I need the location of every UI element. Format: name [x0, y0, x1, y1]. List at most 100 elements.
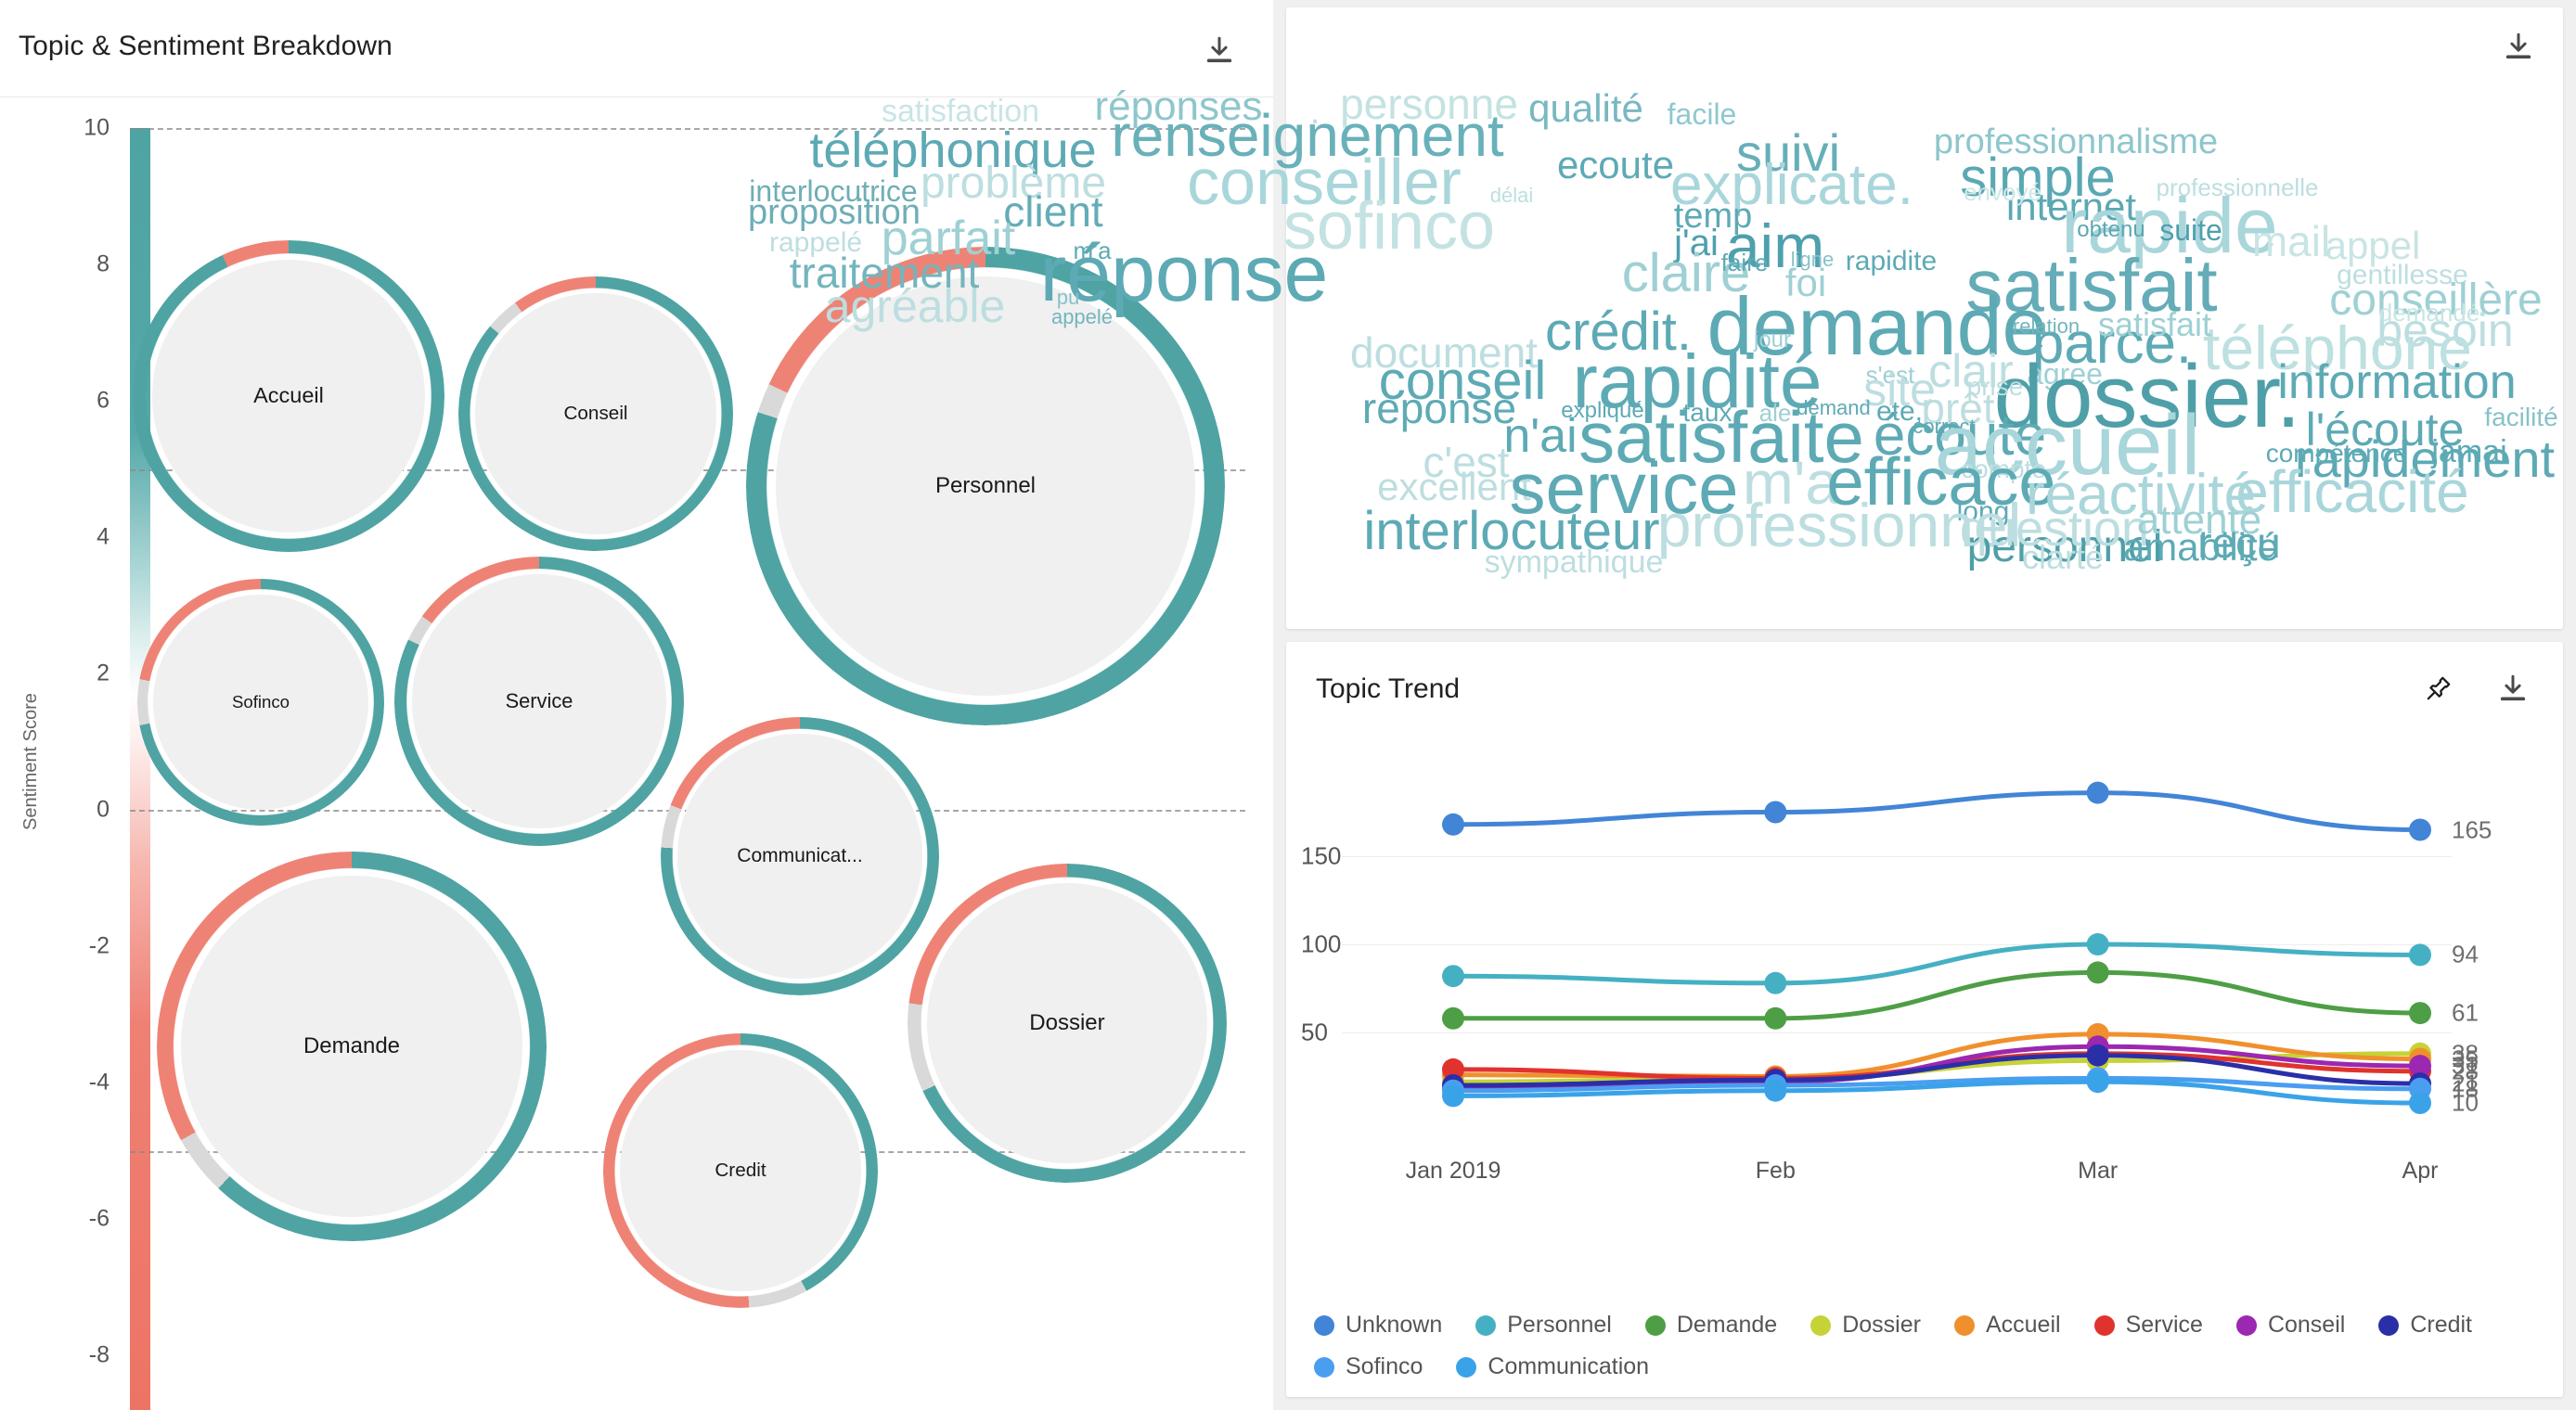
trend-point[interactable] — [2086, 781, 2109, 804]
topic-bubble[interactable]: Service — [394, 557, 684, 846]
bubble-label: Conseil — [475, 293, 716, 534]
y-axis-tick: -4 — [88, 1069, 109, 1096]
wordcloud-word[interactable]: appelé — [1051, 307, 1113, 327]
legend-color-dot — [1475, 1314, 1497, 1336]
trend-point[interactable] — [1442, 1084, 1464, 1108]
trend-point[interactable] — [2409, 818, 2431, 841]
topic-bubble[interactable]: Demande — [157, 852, 547, 1241]
trend-point[interactable] — [2086, 933, 2109, 955]
y-axis-tick: 4 — [97, 523, 109, 550]
right-column: satisfaction réponses. personne qualité faci… — [748, 0, 2576, 1410]
legend-item[interactable]: Conseil — [2235, 1312, 2345, 1339]
y-axis-tick: -6 — [88, 1205, 109, 1232]
legend-item[interactable]: Sofinco — [1314, 1353, 1423, 1380]
y-axis-tick: 8 — [97, 250, 109, 277]
legend-item[interactable]: Communication — [1456, 1353, 1649, 1380]
legend-label: Dossier — [1842, 1312, 1921, 1338]
wordcloud-word[interactable]: obtenu — [2077, 219, 2145, 241]
legend-item[interactable]: Dossier — [1810, 1312, 1921, 1339]
wordcloud-word[interactable]: client — [1003, 190, 1102, 233]
legend-item[interactable]: Credit — [2378, 1312, 2472, 1339]
trend-point[interactable] — [1764, 801, 1787, 824]
topic-bubble[interactable]: Accueil — [133, 240, 444, 552]
topic-bubble[interactable]: Dossier — [908, 864, 1227, 1183]
y-axis-tick: 10 — [84, 114, 109, 141]
trend-point[interactable] — [1442, 813, 1464, 836]
topic-trend-title: Topic Trend — [1316, 673, 1461, 704]
wordcloud-word[interactable]: reponse — [1362, 387, 1516, 429]
wordcloud-word[interactable]: ligne — [1791, 250, 1834, 270]
wordcloud-word[interactable]: amabilité — [2123, 528, 2279, 567]
trend-x-tick: Jan 2019 — [1405, 1158, 1501, 1184]
legend-label: Sofinco — [1346, 1353, 1423, 1379]
download-icon[interactable] — [1199, 30, 1240, 70]
wordcloud-word[interactable]: rapidite — [1846, 248, 1937, 276]
legend-color-dot — [1810, 1314, 1832, 1336]
trend-point[interactable] — [1442, 965, 1464, 988]
wordcloud-word[interactable]: ecoute — [1557, 146, 1674, 185]
bubble-label: Dossier — [927, 883, 1207, 1163]
wordcloud-word[interactable]: qualité — [1528, 89, 1643, 128]
legend-label: Personnel — [1507, 1312, 1612, 1338]
legend-item[interactable]: Accueil — [1953, 1312, 2061, 1339]
wordcloud-word[interactable]: agréable — [825, 283, 1006, 329]
trend-x-tick: Apr — [2402, 1158, 2439, 1184]
legend-item[interactable]: Demande — [1644, 1312, 1777, 1339]
legend-color-dot — [1644, 1314, 1666, 1336]
legend-color-dot — [1456, 1356, 1477, 1378]
topic-bubble[interactable]: Sofinco — [137, 579, 384, 826]
topic-bubble[interactable]: Communicat... — [661, 717, 939, 995]
wordcloud[interactable]: satisfaction réponses. personne qualité faci… — [748, 7, 2563, 629]
trend-legend[interactable]: Unknown Personnel Demande Dossier Accueil Ser… — [1314, 1312, 2544, 1380]
wordcloud-word[interactable]: facile — [1668, 99, 1737, 129]
wordcloud-word[interactable]: satisfait — [2098, 308, 2211, 341]
trend-end-label: 94 — [2452, 940, 2479, 968]
bubble-label: Credit — [620, 1050, 861, 1291]
trend-point[interactable] — [1442, 1006, 1464, 1030]
legend-label: Credit — [2410, 1312, 2472, 1338]
trend-point[interactable] — [2086, 1070, 2109, 1094]
wordcloud-word[interactable]: envoyé — [1964, 180, 2041, 204]
wordcloud-word[interactable]: réponse — [1040, 234, 1329, 314]
wordcloud-word[interactable]: suite — [2159, 215, 2222, 245]
wordcloud-word[interactable]: facilité — [2484, 404, 2557, 430]
wordcloud-word[interactable]: information — [2277, 358, 2516, 406]
legend-color-dot — [2235, 1314, 2257, 1336]
legend-item[interactable]: Service — [2093, 1312, 2203, 1339]
wordcloud-word[interactable]: délai — [1490, 186, 1533, 206]
trend-point[interactable] — [1764, 1079, 1787, 1102]
legend-color-dot — [2378, 1314, 2400, 1336]
trend-end-label: 165 — [2452, 815, 2492, 843]
wordcloud-word[interactable]: efficacité — [2235, 462, 2468, 521]
legend-item[interactable]: Unknown — [1314, 1312, 1442, 1339]
wordcloud-word[interactable]: clarté — [2022, 541, 2104, 574]
trend-point[interactable] — [2409, 1092, 2431, 1114]
bubble-label: Personnel — [775, 276, 1196, 697]
trend-point[interactable] — [2409, 943, 2431, 967]
topic-bubble[interactable]: Conseil — [458, 276, 733, 551]
topic-bubble[interactable]: Credit — [603, 1033, 878, 1308]
bubble-label: Sofinco — [152, 594, 369, 811]
legend-item[interactable]: Personnel — [1475, 1312, 1612, 1339]
trend-x-tick: Feb — [1755, 1158, 1796, 1184]
wordcloud-word[interactable]: relation — [2013, 316, 2080, 337]
sentiment-gradient-bar — [130, 128, 150, 1410]
topic-trend-plot[interactable]: 50 100 150 Jan 2019 Feb Mar Apr 165 94 61 38 35 28 3… — [1286, 731, 2563, 1258]
wordcloud-word[interactable]: sympathique — [1485, 546, 1664, 578]
topic-trend-header: Topic Trend — [1286, 642, 2563, 731]
pin-icon[interactable] — [2418, 668, 2459, 709]
topic-trend-panel: Topic Trend 50 100 150 Jan 2019 Feb Mar Apr 16… — [1286, 642, 2563, 1397]
bubble-label: Communicat... — [677, 734, 922, 979]
legend-label: Communication — [1488, 1353, 1650, 1379]
wordcloud-word[interactable]: mail — [2252, 220, 2330, 263]
trend-point[interactable] — [1764, 1006, 1787, 1030]
trend-point[interactable] — [2086, 961, 2109, 984]
trend-point[interactable] — [2086, 1044, 2109, 1067]
trend-point[interactable] — [1764, 971, 1787, 994]
legend-label: Unknown — [1346, 1312, 1443, 1338]
download-icon[interactable] — [2492, 668, 2533, 709]
trend-end-label: 61 — [2452, 998, 2479, 1027]
trend-point[interactable] — [2409, 1002, 2431, 1025]
legend-color-dot — [1314, 1356, 1334, 1378]
wordcloud-word[interactable]: faire — [1721, 250, 1769, 275]
